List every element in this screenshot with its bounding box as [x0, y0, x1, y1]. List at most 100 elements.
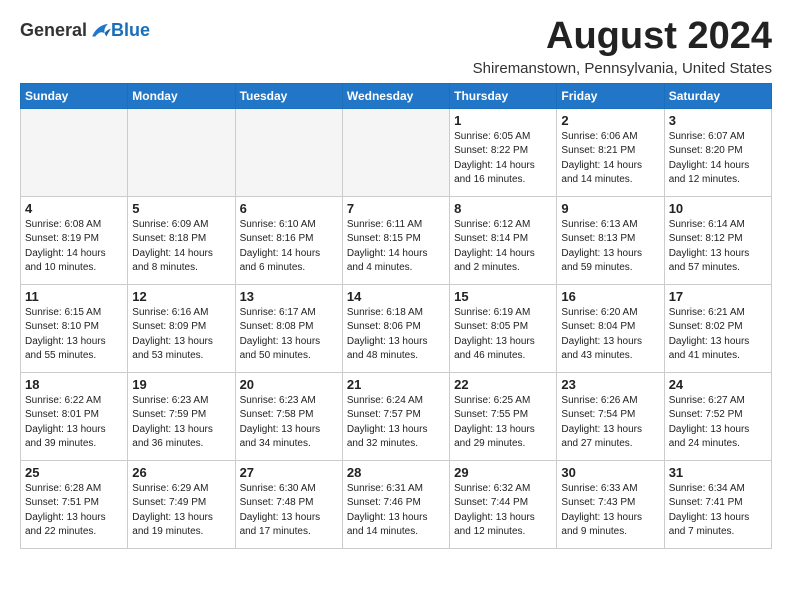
day-info: Sunrise: 6:12 AM Sunset: 8:14 PM Dayligh… [454, 218, 552, 276]
logo-blue-text: Blue [111, 20, 150, 41]
calendar-day-cell: 3Sunrise: 6:07 AM Sunset: 8:20 PM Daylig… [664, 108, 771, 196]
calendar-day-cell: 24 Sunrise: 6:27 AM Sunset: 7:52 PM Dayli… [664, 372, 771, 460]
day-info: Sunrise: 6:19 AM Sunset: 8:05 PM Dayligh… [454, 306, 552, 364]
page-header: General Blue August 2024 Shiremanstown, … [20, 16, 772, 77]
weekday-header-row: SundayMondayTuesdayWednesdayThursdayFrid… [21, 83, 772, 108]
weekday-header-tuesday: Tuesday [235, 83, 342, 108]
weekday-header-saturday: Saturday [664, 83, 771, 108]
day-info: Sunrise: 6:15 AM Sunset: 8:10 PM Dayligh… [25, 306, 123, 364]
day-number: 3 [669, 113, 767, 128]
day-number: 1 [454, 113, 552, 128]
day-number: 11 [25, 289, 123, 304]
logo-bird-icon [89, 22, 111, 40]
calendar-day-cell: 14Sunrise: 6:18 AM Sunset: 8:06 PM Dayli… [342, 284, 449, 372]
calendar-day-cell [235, 108, 342, 196]
day-number: 31 [669, 465, 767, 480]
day-number: 25 [25, 465, 123, 480]
day-number: 9 [561, 201, 659, 216]
weekday-header-friday: Friday [557, 83, 664, 108]
day-number: 30 [561, 465, 659, 480]
weekday-header-wednesday: Wednesday [342, 83, 449, 108]
day-info: Sunrise: 6:31 AM Sunset: 7:46 PM Dayligh… [347, 482, 445, 540]
calendar-day-cell [128, 108, 235, 196]
calendar-day-cell: 13Sunrise: 6:17 AM Sunset: 8:08 PM Dayli… [235, 284, 342, 372]
calendar-day-cell: 27 Sunrise: 6:30 AM Sunset: 7:48 PM Dayli… [235, 460, 342, 548]
day-number: 12 [132, 289, 230, 304]
day-info: Sunrise: 6:30 AM Sunset: 7:48 PM Dayligh… [240, 482, 338, 540]
day-info: Sunrise: 6:23 AM Sunset: 7:59 PM Dayligh… [132, 394, 230, 452]
day-info: Sunrise: 6:14 AM Sunset: 8:12 PM Dayligh… [669, 218, 767, 276]
calendar-table: SundayMondayTuesdayWednesdayThursdayFrid… [20, 83, 772, 549]
day-info: Sunrise: 6:11 AM Sunset: 8:15 PM Dayligh… [347, 218, 445, 276]
calendar-day-cell: 1Sunrise: 6:05 AM Sunset: 8:22 PM Daylig… [450, 108, 557, 196]
day-number: 8 [454, 201, 552, 216]
calendar-day-cell: 16Sunrise: 6:20 AM Sunset: 8:04 PM Dayli… [557, 284, 664, 372]
calendar-day-cell: 25 Sunrise: 6:28 AM Sunset: 7:51 PM Dayli… [21, 460, 128, 548]
day-number: 24 [669, 377, 767, 392]
day-number: 5 [132, 201, 230, 216]
day-info: Sunrise: 6:20 AM Sunset: 8:04 PM Dayligh… [561, 306, 659, 364]
day-number: 26 [132, 465, 230, 480]
day-number: 4 [25, 201, 123, 216]
calendar-day-cell: 31 Sunrise: 6:34 AM Sunset: 7:41 PM Dayli… [664, 460, 771, 548]
day-info: Sunrise: 6:06 AM Sunset: 8:21 PM Dayligh… [561, 130, 659, 188]
day-number: 19 [132, 377, 230, 392]
logo-general-text: General [20, 20, 87, 41]
calendar-day-cell: 20 Sunrise: 6:23 AM Sunset: 7:58 PM Dayli… [235, 372, 342, 460]
calendar-day-cell: 10 Sunrise: 6:14 AM Sunset: 8:12 PM Dayli… [664, 196, 771, 284]
calendar-day-cell: 17 Sunrise: 6:21 AM Sunset: 8:02 PM Dayli… [664, 284, 771, 372]
day-number: 7 [347, 201, 445, 216]
day-info: Sunrise: 6:22 AM Sunset: 8:01 PM Dayligh… [25, 394, 123, 452]
weekday-header-monday: Monday [128, 83, 235, 108]
calendar-day-cell: 15 Sunrise: 6:19 AM Sunset: 8:05 PM Dayli… [450, 284, 557, 372]
day-number: 17 [669, 289, 767, 304]
calendar-week-row: 25 Sunrise: 6:28 AM Sunset: 7:51 PM Dayli… [21, 460, 772, 548]
weekday-header-thursday: Thursday [450, 83, 557, 108]
day-number: 20 [240, 377, 338, 392]
calendar-day-cell: 11 Sunrise: 6:15 AM Sunset: 8:10 PM Dayli… [21, 284, 128, 372]
weekday-header-sunday: Sunday [21, 83, 128, 108]
calendar-day-cell: 9 Sunrise: 6:13 AM Sunset: 8:13 PM Daylig… [557, 196, 664, 284]
calendar-day-cell: 28 Sunrise: 6:31 AM Sunset: 7:46 PM Dayli… [342, 460, 449, 548]
day-number: 27 [240, 465, 338, 480]
day-number: 23 [561, 377, 659, 392]
day-info: Sunrise: 6:16 AM Sunset: 8:09 PM Dayligh… [132, 306, 230, 364]
day-number: 29 [454, 465, 552, 480]
title-block: August 2024 Shiremanstown, Pennsylvania,… [473, 16, 772, 77]
calendar-title: August 2024 [473, 16, 772, 58]
day-info: Sunrise: 6:21 AM Sunset: 8:02 PM Dayligh… [669, 306, 767, 364]
day-info: Sunrise: 6:08 AM Sunset: 8:19 PM Dayligh… [25, 218, 123, 276]
calendar-day-cell: 4 Sunrise: 6:08 AM Sunset: 8:19 PM Daylig… [21, 196, 128, 284]
day-info: Sunrise: 6:09 AM Sunset: 8:18 PM Dayligh… [132, 218, 230, 276]
day-number: 15 [454, 289, 552, 304]
calendar-week-row: 4 Sunrise: 6:08 AM Sunset: 8:19 PM Daylig… [21, 196, 772, 284]
day-number: 18 [25, 377, 123, 392]
day-info: Sunrise: 6:28 AM Sunset: 7:51 PM Dayligh… [25, 482, 123, 540]
day-info: Sunrise: 6:25 AM Sunset: 7:55 PM Dayligh… [454, 394, 552, 452]
calendar-week-row: 11 Sunrise: 6:15 AM Sunset: 8:10 PM Dayli… [21, 284, 772, 372]
day-info: Sunrise: 6:13 AM Sunset: 8:13 PM Dayligh… [561, 218, 659, 276]
day-info: Sunrise: 6:29 AM Sunset: 7:49 PM Dayligh… [132, 482, 230, 540]
day-info: Sunrise: 6:32 AM Sunset: 7:44 PM Dayligh… [454, 482, 552, 540]
calendar-week-row: 18 Sunrise: 6:22 AM Sunset: 8:01 PM Dayli… [21, 372, 772, 460]
calendar-day-cell: 7 Sunrise: 6:11 AM Sunset: 8:15 PM Daylig… [342, 196, 449, 284]
day-number: 22 [454, 377, 552, 392]
calendar-day-cell: 12 Sunrise: 6:16 AM Sunset: 8:09 PM Dayli… [128, 284, 235, 372]
calendar-week-row: 1Sunrise: 6:05 AM Sunset: 8:22 PM Daylig… [21, 108, 772, 196]
day-info: Sunrise: 6:18 AM Sunset: 8:06 PM Dayligh… [347, 306, 445, 364]
calendar-day-cell: 29 Sunrise: 6:32 AM Sunset: 7:44 PM Dayli… [450, 460, 557, 548]
day-info: Sunrise: 6:27 AM Sunset: 7:52 PM Dayligh… [669, 394, 767, 452]
calendar-day-cell: 22 Sunrise: 6:25 AM Sunset: 7:55 PM Dayli… [450, 372, 557, 460]
day-info: Sunrise: 6:24 AM Sunset: 7:57 PM Dayligh… [347, 394, 445, 452]
calendar-day-cell: 6Sunrise: 6:10 AM Sunset: 8:16 PM Daylig… [235, 196, 342, 284]
day-number: 2 [561, 113, 659, 128]
day-number: 10 [669, 201, 767, 216]
calendar-day-cell: 26 Sunrise: 6:29 AM Sunset: 7:49 PM Dayli… [128, 460, 235, 548]
calendar-day-cell: 5 Sunrise: 6:09 AM Sunset: 8:18 PM Daylig… [128, 196, 235, 284]
calendar-day-cell: 23Sunrise: 6:26 AM Sunset: 7:54 PM Dayli… [557, 372, 664, 460]
day-info: Sunrise: 6:23 AM Sunset: 7:58 PM Dayligh… [240, 394, 338, 452]
calendar-day-cell [342, 108, 449, 196]
calendar-day-cell: 2 Sunrise: 6:06 AM Sunset: 8:21 PM Daylig… [557, 108, 664, 196]
day-info: Sunrise: 6:34 AM Sunset: 7:41 PM Dayligh… [669, 482, 767, 540]
day-number: 28 [347, 465, 445, 480]
